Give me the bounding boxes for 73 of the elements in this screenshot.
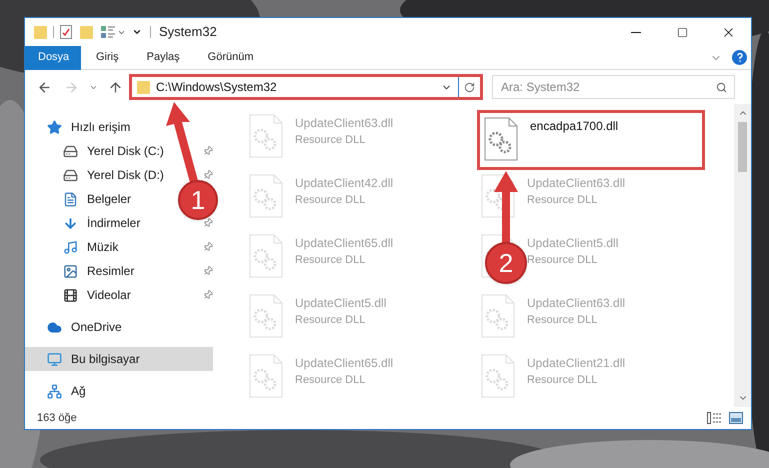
customize-icon[interactable] — [132, 27, 142, 37]
ribbon-tab[interactable]: Dosya — [25, 46, 81, 70]
document-icon — [63, 192, 78, 206]
up-icon[interactable] — [108, 80, 123, 94]
file-name: UpdateClient65.dll — [295, 355, 394, 372]
sidebar-item[interactable]: OneDrive — [25, 315, 126, 339]
properties-icon[interactable] — [60, 25, 72, 39]
sidebar-item[interactable]: Ağ — [25, 379, 90, 403]
file-name: UpdateClient42.dll — [295, 175, 394, 192]
music-note-icon — [63, 240, 78, 254]
sidebar-item[interactable]: Bu bilgisayar — [25, 347, 213, 371]
file-name: encadpa1700.dll — [530, 118, 618, 135]
file-name: UpdateClient5.dll — [527, 235, 618, 252]
film-icon — [63, 288, 78, 302]
file-type: Resource DLL — [295, 133, 366, 148]
file-type: Resource DLL — [295, 373, 366, 388]
drive-icon — [63, 168, 78, 182]
network-icon — [47, 384, 62, 398]
address-bar[interactable]: C:\Windows\System32 — [129, 74, 483, 100]
ribbon-tab[interactable]: Giriş — [83, 46, 132, 70]
file-type: Resource DLL — [295, 253, 366, 268]
highlight-frame[interactable]: encadpa1700.dll — [477, 110, 705, 170]
scrollbar[interactable] — [734, 104, 751, 407]
dll-file-icon — [481, 354, 515, 398]
dll-file-icon — [481, 294, 515, 338]
dll-file-icon — [249, 354, 283, 398]
details-view-icon[interactable] — [707, 412, 723, 424]
file-name: UpdateClient63.dll — [527, 295, 626, 312]
window-title: System32 — [159, 23, 217, 42]
sidebar-item[interactable]: Yerel Disk (D:) — [25, 163, 168, 187]
file-name: UpdateClient5.dll — [295, 295, 386, 312]
file-name: UpdateClient65.dll — [295, 235, 394, 252]
file-name: UpdateClient21.dll — [527, 355, 626, 372]
file-type: Resource DLL — [295, 193, 366, 208]
cloud-icon — [47, 320, 62, 334]
ribbon-tab[interactable]: Paylaş — [134, 46, 193, 70]
file-name: UpdateClient63.dll — [295, 115, 394, 132]
sidebar-item[interactable]: Yerel Disk (C:) — [25, 139, 168, 163]
search-icon — [716, 82, 727, 93]
file-type: Resource DLL — [527, 253, 598, 268]
drive-icon — [63, 144, 78, 158]
dll-file-icon — [249, 114, 283, 158]
sidebar-item[interactable]: Videolar — [25, 283, 135, 307]
sidebar-item[interactable]: İndirmeler — [25, 211, 144, 235]
large-icons-view-icon[interactable] — [729, 412, 743, 424]
file-name: UpdateClient63.dll — [527, 175, 626, 192]
sidebar-item[interactable]: Müzik — [25, 235, 122, 259]
address-path: C:\Windows\System32 — [156, 79, 278, 96]
monitor-icon — [47, 352, 62, 366]
dll-file-icon — [484, 117, 518, 161]
sidebar-item[interactable]: Resimler — [25, 259, 138, 283]
view-icon[interactable] — [101, 26, 115, 38]
dll-file-icon — [249, 174, 283, 218]
search-field[interactable]: Ara: System32 — [492, 75, 735, 99]
star-icon — [47, 120, 62, 134]
file-type: Resource DLL — [295, 313, 366, 328]
folder-icon — [137, 80, 150, 94]
refresh-icon[interactable] — [464, 82, 475, 92]
back-icon[interactable] — [37, 80, 52, 94]
sidebar-item[interactable]: Hızlı erişim — [25, 115, 134, 139]
file-type: Resource DLL — [527, 373, 598, 388]
item-count: 163 öğe — [37, 410, 77, 426]
dll-file-icon — [249, 294, 283, 338]
picture-icon — [63, 264, 78, 278]
file-type: Resource DLL — [527, 313, 598, 328]
file-type: Resource DLL — [527, 193, 598, 208]
scroll-thumb[interactable] — [738, 122, 747, 172]
sidebar-item[interactable]: Belgeler — [25, 187, 136, 211]
ribbon-tab[interactable]: Görünüm — [194, 46, 266, 70]
dll-file-icon — [249, 234, 283, 278]
maximize-icon — [676, 26, 688, 38]
help-icon[interactable] — [732, 50, 747, 65]
down-arrow-icon — [63, 216, 78, 230]
